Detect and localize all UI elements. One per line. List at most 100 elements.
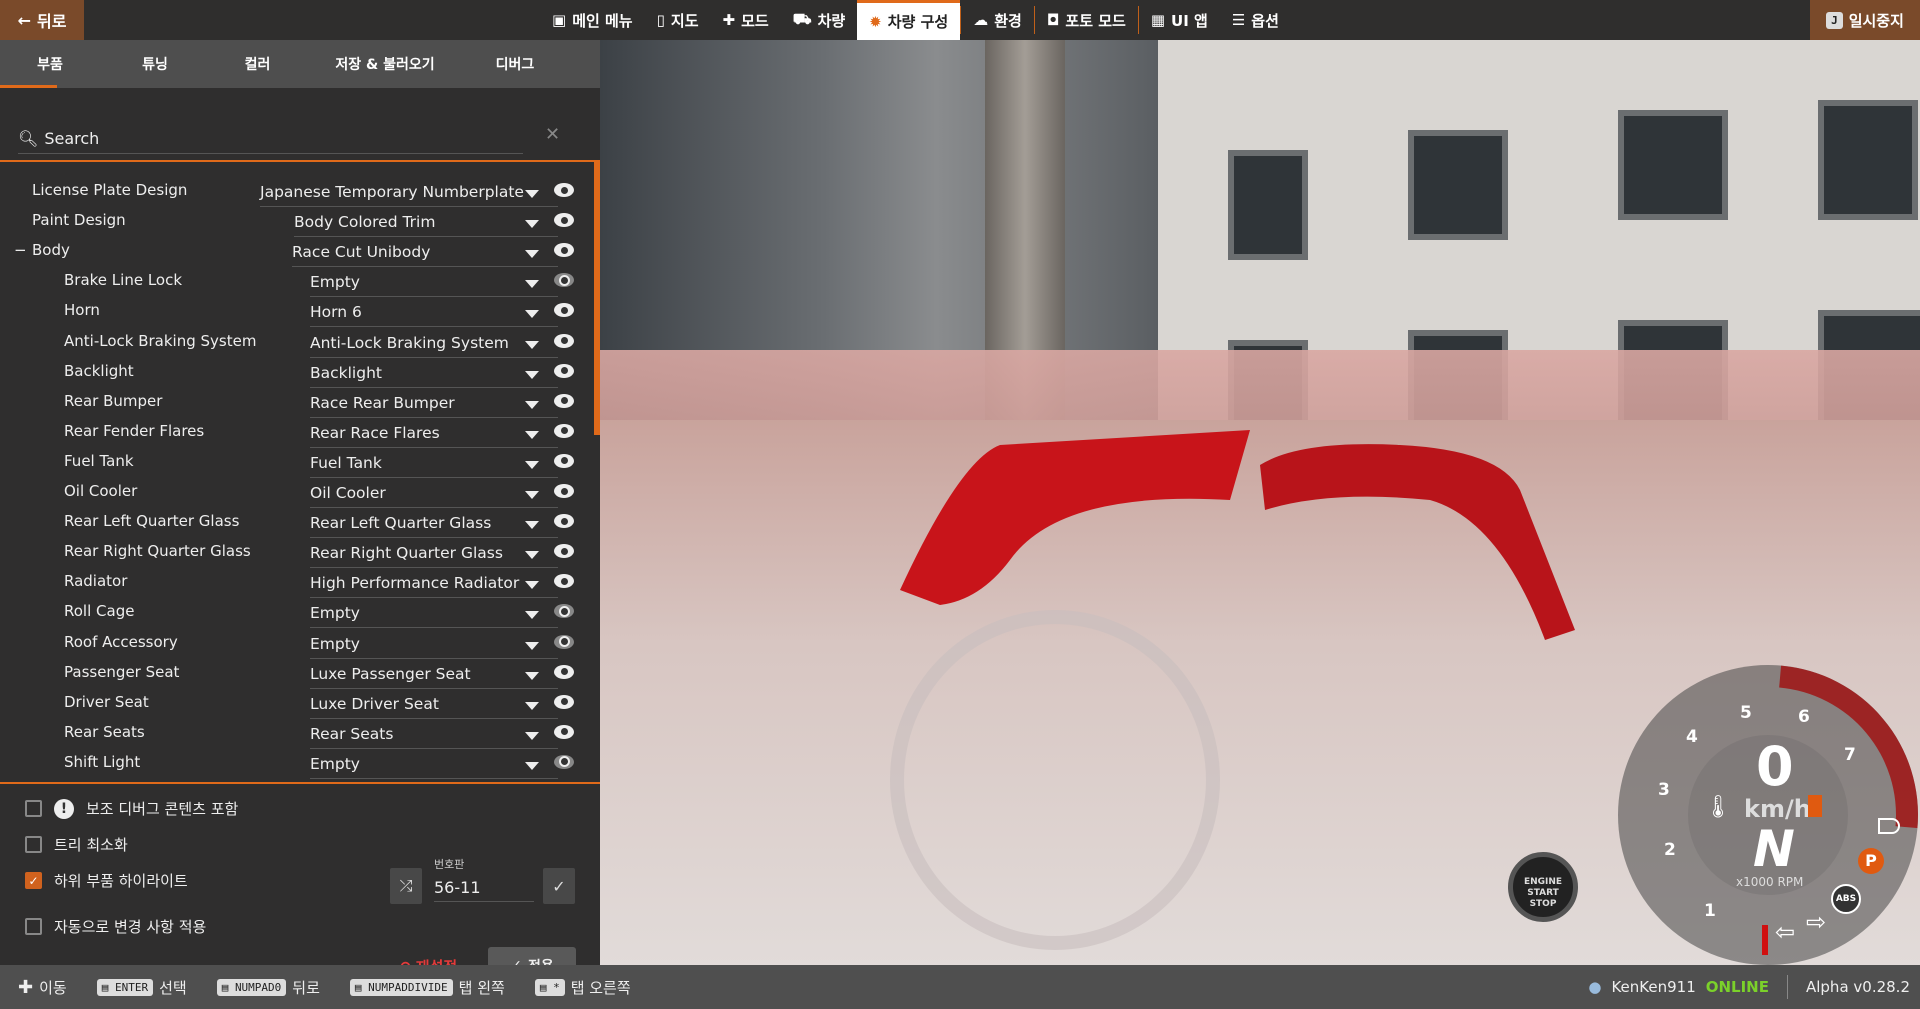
chevron-down-icon[interactable] [525,671,539,680]
back-button[interactable]: ← 뒤로 [0,0,84,40]
chevron-down-icon[interactable] [525,370,539,379]
part-row[interactable]: License Plate Design Japanese Temporary N… [0,176,594,207]
part-row[interactable]: Driver Seat Luxe Driver Seat [0,688,594,719]
chevron-down-icon[interactable] [525,761,539,770]
eye-icon[interactable] [554,213,574,228]
chevron-down-icon[interactable] [525,701,539,710]
eye-icon[interactable] [554,694,574,709]
nav-item[interactable]: ☰ 옵션 [1220,0,1291,40]
eye-icon[interactable] [554,544,574,559]
nav-item[interactable]: ◘ 포토 모드 [1035,0,1138,40]
chevron-down-icon[interactable] [525,430,539,439]
eye-icon[interactable] [554,273,574,288]
highlight-subparts-option[interactable]: ✓ 하위 부품 하이라이트 [25,870,188,891]
part-select[interactable]: Empty [310,755,558,779]
eye-icon[interactable] [554,604,574,619]
part-row[interactable]: Roll Cage Empty [0,597,594,629]
chevron-down-icon[interactable] [525,521,539,530]
eye-icon[interactable] [554,514,574,529]
eye-icon[interactable] [554,333,574,348]
part-select[interactable]: Japanese Temporary Numberplate [260,183,558,207]
nav-item[interactable]: ✹ 차량 구성 [857,0,961,40]
eye-icon[interactable] [554,724,574,739]
eye-icon[interactable] [554,363,574,378]
chevron-down-icon[interactable] [525,220,539,229]
nav-item[interactable]: ☁ 환경 [961,0,1034,40]
highlight-subparts-checkbox[interactable]: ✓ [25,872,42,889]
part-select[interactable]: Horn 6 [310,303,558,328]
chevron-down-icon[interactable] [525,280,539,289]
minimize-tree-checkbox[interactable] [25,836,42,853]
eye-icon[interactable] [554,754,574,769]
part-select[interactable]: Rear Right Quarter Glass [310,544,558,569]
part-row[interactable]: Anti-Lock Braking System Anti-Lock Brakin… [0,327,594,358]
chevron-down-icon[interactable] [525,641,539,650]
confirm-plate-button[interactable]: ✓ [543,868,575,904]
aux-debug-option[interactable]: ! 보조 디버그 콘텐츠 포함 [25,798,238,819]
part-row[interactable]: Rear Fender Flares Rear Race Flares [0,417,594,448]
part-row[interactable]: Fuel Tank Fuel Tank [0,447,594,478]
part-row[interactable]: − Body Race Cut Unibody [0,236,594,268]
part-select[interactable]: Race Rear Bumper [310,394,558,418]
part-select[interactable]: Race Cut Unibody [292,243,558,268]
part-row[interactable]: Roof Accessory Empty [0,628,594,659]
part-select[interactable]: Rear Left Quarter Glass [310,514,558,539]
nav-item[interactable]: ✚ 모드 [711,0,781,40]
engine-start-stop-button[interactable]: ENGINE START STOP [1508,852,1578,922]
part-row[interactable]: Horn Horn 6 [0,296,594,328]
part-row[interactable]: Rear Left Quarter Glass Rear Left Quarter… [0,507,594,539]
eye-icon[interactable] [554,303,574,318]
part-row[interactable]: Backlight Backlight [0,357,594,388]
part-row[interactable]: Oil Cooler Oil Cooler [0,477,594,508]
tab-save-load[interactable]: 저장 & 불러오기 [305,54,465,74]
scrollbar[interactable] [594,162,600,435]
eye-icon[interactable] [554,634,574,649]
part-select[interactable]: Empty [310,635,558,659]
part-row[interactable]: Radiator High Performance Radiator [0,567,594,599]
chevron-down-icon[interactable] [525,400,539,409]
chevron-down-icon[interactable] [525,551,539,560]
tab-tuning[interactable]: 튜닝 [100,54,210,74]
chevron-down-icon[interactable] [525,250,539,259]
nav-item[interactable]: ▣ 메인 메뉴 [540,0,645,40]
chevron-down-icon[interactable] [525,460,539,469]
part-row[interactable]: Rear Bumper Race Rear Bumper [0,387,594,418]
part-select[interactable]: Empty [310,604,558,629]
chevron-down-icon[interactable] [525,190,539,198]
chevron-down-icon[interactable] [525,310,539,319]
clear-search-icon[interactable]: ✕ [545,124,560,145]
eye-icon[interactable] [554,423,574,438]
nav-item[interactable]: ▯ 지도 [645,0,711,40]
chevron-down-icon[interactable] [525,491,539,499]
minimize-tree-option[interactable]: 트리 최소화 [25,834,128,855]
part-row[interactable]: Passenger Seat Luxe Passenger Seat [0,658,594,689]
part-select[interactable]: Body Colored Trim [294,213,558,238]
nav-item[interactable]: ▦ UI 앱 [1139,0,1220,40]
aux-debug-checkbox[interactable] [25,800,42,817]
part-select[interactable]: Empty [310,273,558,298]
part-row[interactable]: Rear Seats Rear Seats [0,718,594,749]
part-row[interactable]: Brake Line Lock Empty [0,266,594,298]
chevron-down-icon[interactable] [525,731,539,740]
tab-parts[interactable]: 부품 [0,54,100,74]
tab-debug[interactable]: 디버그 [465,54,565,74]
part-select[interactable]: Fuel Tank [310,454,558,478]
eye-icon[interactable] [554,574,574,589]
collapse-icon[interactable]: − [14,241,27,259]
pause-button[interactable]: J 일시중지 [1810,0,1920,40]
chevron-down-icon[interactable] [525,611,539,620]
eye-icon[interactable] [554,243,574,258]
nav-item[interactable]: ⛟ 차량 [781,0,857,40]
tab-color[interactable]: 컬러 [210,54,305,74]
search-input[interactable]: 🔍︎ Search [18,124,523,154]
part-select[interactable]: Luxe Driver Seat [310,695,558,719]
part-select[interactable]: Backlight [310,364,558,388]
chevron-down-icon[interactable] [525,581,539,590]
auto-apply-checkbox[interactable] [25,918,42,935]
chevron-down-icon[interactable] [525,340,539,349]
eye-icon[interactable] [554,664,574,679]
part-row[interactable]: Shift Light Empty [0,748,594,779]
part-select[interactable]: Rear Seats [310,725,558,749]
part-row[interactable]: Paint Design Body Colored Trim [0,206,594,238]
part-select[interactable]: Anti-Lock Braking System [310,334,558,358]
